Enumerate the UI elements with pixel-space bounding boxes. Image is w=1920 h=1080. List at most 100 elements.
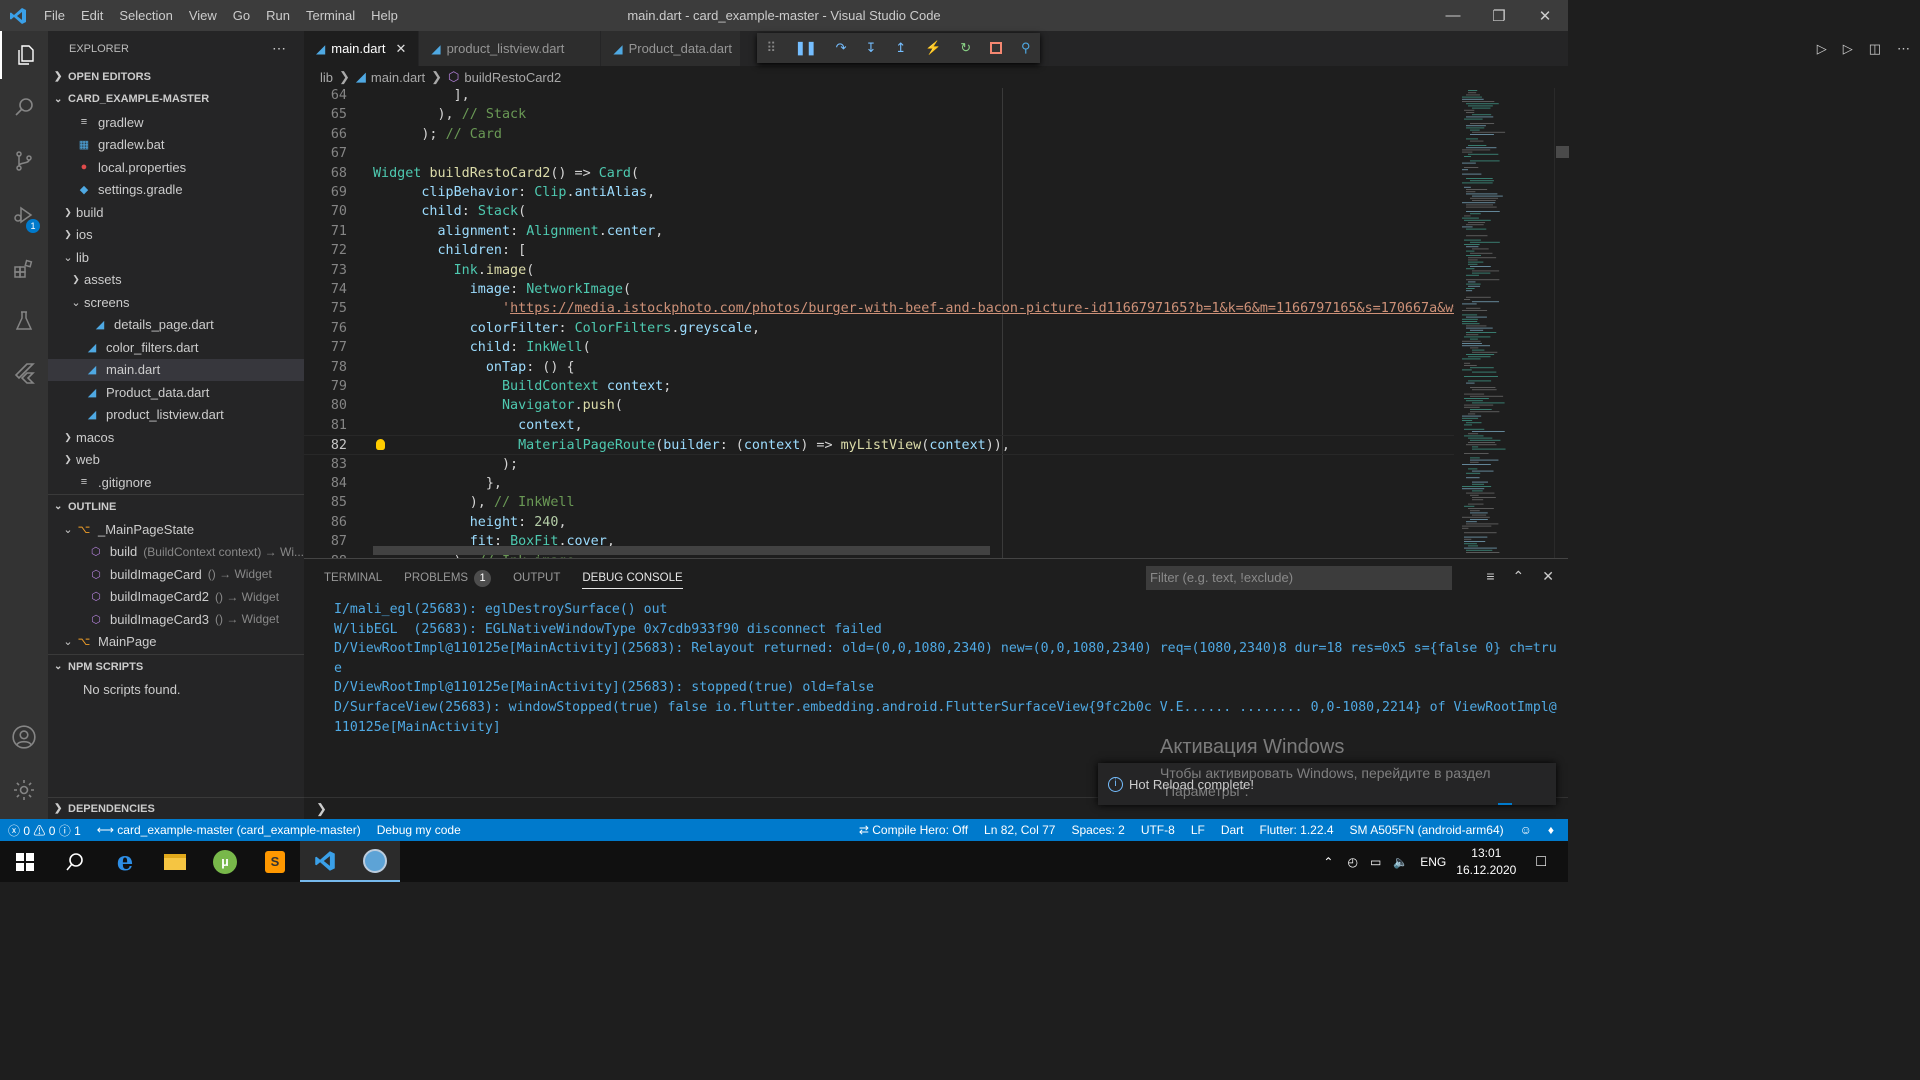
indentation[interactable]: Spaces: 2 [1063, 823, 1132, 837]
minimap[interactable] [1454, 88, 1554, 558]
testing-flask-icon[interactable] [0, 297, 48, 345]
tab-debug-console[interactable]: DEBUG CONSOLE [582, 572, 683, 589]
vscode-taskbar-icon[interactable] [300, 841, 350, 882]
feedback-icon[interactable]: ☺ [1512, 823, 1540, 837]
stop-icon[interactable] [990, 42, 1003, 54]
debug-start-icon[interactable]: ▷ [1843, 41, 1853, 57]
code-editor[interactable]: 64 ], 65 ), // Stack 66 ); // Card 67 68 Widg… [304, 88, 1454, 558]
dependencies-section[interactable]: ❯ DEPENDENCIES [48, 797, 304, 819]
minimize-button[interactable]: — [1430, 0, 1476, 31]
code-line[interactable]: 65 ), // Stack [304, 105, 1454, 124]
menu-edit[interactable]: Edit [73, 0, 111, 31]
open-editors-section[interactable]: ❯ OPEN EDITORS [48, 66, 304, 87]
file-tree-item[interactable]: ❯ assets [48, 269, 304, 292]
file-tree-item[interactable]: ◢ Product_data.dart [48, 381, 304, 404]
code-line[interactable]: 80 Navigator.push( [304, 396, 1454, 415]
file-tree-item[interactable]: ◆ settings.gradle [48, 179, 304, 202]
restore-button[interactable]: ❐ [1476, 0, 1522, 31]
file-tree-item[interactable]: ◢ product_listview.dart [48, 404, 304, 427]
windows-start-icon[interactable] [0, 841, 50, 882]
eol[interactable]: LF [1183, 823, 1213, 837]
tab-product-data[interactable]: ◢ Product_data.dart [601, 31, 742, 66]
code-line[interactable]: 73 Ink.image( [304, 261, 1454, 280]
more-actions-icon[interactable]: ⋯ [272, 40, 286, 57]
tray-chevron-icon[interactable]: ⌃ [1323, 855, 1333, 869]
vertical-scrollbar[interactable] [1554, 88, 1569, 558]
account-icon[interactable] [0, 713, 48, 761]
scroll-thumb[interactable] [1556, 146, 1569, 158]
code-line[interactable]: 85 ), // InkWell [304, 493, 1454, 512]
settings-gear-icon[interactable] [0, 766, 48, 814]
hot-reload-icon[interactable]: ⚡ [925, 40, 941, 56]
inspect-widget-icon[interactable]: ⚲ [1021, 40, 1031, 56]
clock[interactable]: 13:01 16.12.2020 [1456, 845, 1516, 879]
run-debug-icon[interactable]: 1 [0, 191, 48, 239]
sublime-text-icon[interactable]: S [250, 841, 300, 882]
step-out-icon[interactable]: ↥ [895, 40, 906, 56]
menu-terminal[interactable]: Terminal [298, 0, 363, 31]
breadcrumb-lib[interactable]: lib [320, 70, 333, 85]
file-tree-item[interactable]: ❯ build [48, 201, 304, 224]
outline-item[interactable]: ⬡ buildImageCard3 () → Widget [48, 608, 304, 631]
file-tree-item[interactable]: ≡ .gitignore [48, 471, 304, 494]
clear-console-icon[interactable]: ≡ [1486, 568, 1494, 585]
code-line[interactable]: 84 }, [304, 474, 1454, 493]
code-line[interactable]: 81 context, [304, 416, 1454, 435]
tab-main-dart[interactable]: ◢ main.dart ✕ [304, 31, 420, 66]
close-tab-icon[interactable]: ✕ [395, 41, 406, 57]
code-line[interactable]: 66 ); // Card [304, 125, 1454, 144]
step-into-icon[interactable]: ↧ [865, 40, 876, 56]
tab-terminal[interactable]: TERMINAL [324, 572, 382, 584]
run-icon[interactable]: ▷ [1817, 41, 1827, 57]
code-line[interactable]: 67 [304, 144, 1454, 163]
lightbulb-icon[interactable] [376, 439, 385, 451]
file-tree-item[interactable]: ◢ color_filters.dart [48, 336, 304, 359]
file-tree-item[interactable]: ⌄ lib [48, 246, 304, 269]
code-line[interactable]: 70 child: Stack( [304, 202, 1454, 221]
code-line[interactable]: 86 height: 240, [304, 513, 1454, 532]
edge-browser-icon[interactable]: e [100, 841, 150, 882]
taskbar-search-icon[interactable] [50, 841, 100, 882]
menu-file[interactable]: File [36, 0, 73, 31]
cursor-position[interactable]: Ln 82, Col 77 [976, 823, 1063, 837]
file-tree-item[interactable]: ❯ web [48, 449, 304, 472]
file-explorer-icon[interactable] [150, 841, 200, 882]
code-line[interactable]: 77 child: InkWell( [304, 338, 1454, 357]
compile-hero-status[interactable]: ⇄ Compile Hero: Off [851, 823, 976, 837]
breadcrumb-symbol[interactable]: buildRestoCard2 [464, 70, 561, 85]
menu-go[interactable]: Go [225, 0, 258, 31]
file-tree-item[interactable]: ❯ macos [48, 426, 304, 449]
maximize-panel-icon[interactable]: ⌃ [1513, 568, 1525, 585]
file-tree-item[interactable]: ❯ ios [48, 224, 304, 247]
file-tree-item[interactable]: ● local.properties [48, 156, 304, 179]
outline-item[interactable]: ⬡ buildImageCard () → Widget [48, 563, 304, 586]
code-line[interactable]: 69 clipBehavior: Clip.antiAlias, [304, 183, 1454, 202]
file-tree-item[interactable]: ▦ gradlew.bat [48, 134, 304, 157]
file-tree-item[interactable]: ≡ gradlew [48, 111, 304, 134]
file-tree-item[interactable]: ⌄ screens [48, 291, 304, 314]
input-language[interactable]: ENG [1420, 855, 1446, 869]
notifications-bell-icon[interactable]: ♦ [1540, 823, 1562, 837]
code-line[interactable]: 76 colorFilter: ColorFilters.greyscale, [304, 319, 1454, 338]
source-control-icon[interactable] [0, 137, 48, 185]
volume-icon[interactable]: 🔈 [1393, 855, 1408, 869]
menu-view[interactable]: View [181, 0, 225, 31]
pause-icon[interactable]: ❚❚ [795, 40, 817, 56]
close-window-button[interactable]: ✕ [1522, 0, 1568, 31]
debug-config[interactable]: Debug my code [369, 823, 469, 837]
problems-status[interactable]: ⓧ 0 ⚠ 0 ⓘ 1 [0, 822, 89, 839]
file-tree-item[interactable]: ◢ details_page.dart [48, 314, 304, 337]
explorer-icon[interactable] [0, 31, 48, 79]
tab-output[interactable]: OUTPUT [513, 572, 560, 584]
code-line[interactable]: 64 ], [304, 88, 1454, 105]
code-line[interactable]: 72 children: [ [304, 241, 1454, 260]
tab-problems[interactable]: PROBLEMS 1 [404, 569, 492, 587]
encoding[interactable]: UTF-8 [1133, 823, 1183, 837]
outline-item[interactable]: ⬡ build (BuildContext context) → Wi... [48, 541, 304, 564]
file-tree-item[interactable]: ◢ main.dart [48, 358, 304, 381]
outline-item[interactable]: ⌄ ⌥ MainPage [48, 631, 304, 654]
debug-target[interactable]: ⟷ card_example-master (card_example-mast… [89, 823, 369, 837]
android-emulator-icon[interactable] [350, 841, 400, 882]
restart-icon[interactable]: ↻ [960, 40, 971, 56]
device-selector[interactable]: SM A505FN (android-arm64) [1342, 823, 1512, 837]
